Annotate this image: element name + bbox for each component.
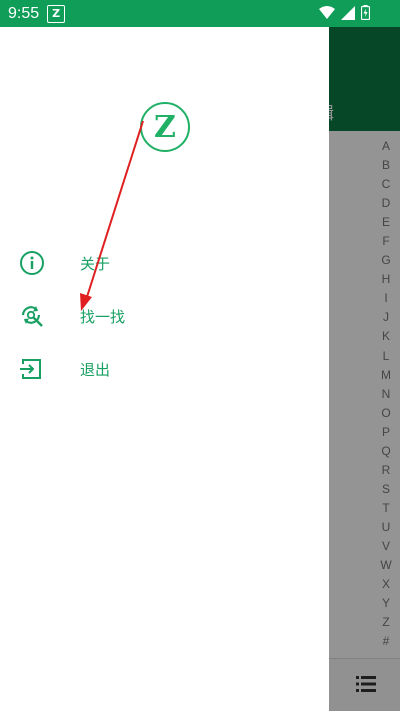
status-time: 9:55 (8, 4, 40, 22)
menu-item-about[interactable]: 关于 (0, 238, 329, 288)
app-logo: Z (140, 102, 190, 152)
exit-icon (19, 356, 45, 382)
menu-item-exit[interactable]: 退出 (0, 344, 329, 394)
status-bar: 9:55 Z (0, 0, 400, 27)
status-icons (319, 5, 370, 20)
info-icon (19, 250, 45, 276)
app-notification-icon: Z (47, 4, 66, 23)
menu-label-find: 找一找 (80, 307, 126, 326)
menu-label-exit: 退出 (80, 360, 111, 379)
wifi-icon (319, 5, 335, 19)
menu-item-find[interactable]: 找一找 (0, 291, 329, 341)
navigation-drawer: Z 关于 找一找 退出 (0, 27, 329, 711)
menu-label-about: 关于 (80, 254, 111, 273)
signal-icon (341, 5, 355, 20)
battery-icon (361, 5, 370, 20)
search-refresh-icon (19, 303, 45, 329)
